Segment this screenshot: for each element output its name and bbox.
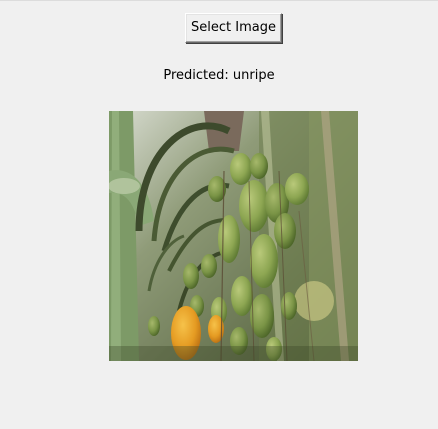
fruit-photo — [109, 111, 358, 361]
select-image-button[interactable]: Select Image — [185, 13, 282, 43]
window-top-border — [0, 0, 438, 1]
fruit-photo-illustration — [109, 111, 358, 361]
prediction-label: Predicted: unripe — [163, 68, 275, 83]
